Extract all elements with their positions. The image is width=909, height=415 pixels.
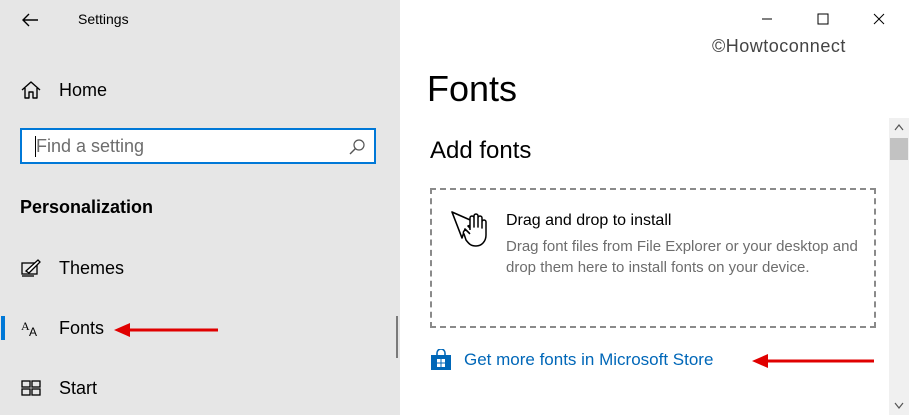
sidebar-item-start[interactable]: Start [0,368,396,408]
maximize-icon [817,13,829,25]
app-title: Settings [78,11,129,27]
drop-zone-description: Drag font files from File Explorer or yo… [506,238,858,276]
search-input[interactable] [36,130,336,162]
section-heading: Personalization [20,197,154,217]
scroll-down-icon[interactable] [893,401,905,411]
svg-text:A: A [29,325,37,339]
drag-hand-icon [451,211,487,247]
watermark: ©Howtoconnect [712,36,846,56]
sidebar-item-label: Fonts [59,317,105,338]
fonts-icon: A A [20,317,42,339]
sidebar-item-label: Themes [59,257,125,278]
microsoft-store-link[interactable]: Get more fonts in Microsoft Store [430,348,713,372]
scroll-thumb[interactable] [890,138,908,160]
add-fonts-heading: Add fonts [430,137,532,164]
minimize-icon [762,18,772,20]
sidebar-scrollbar[interactable] [396,316,398,358]
font-drop-zone[interactable]: Drag and drop to install Drag font files… [430,188,876,328]
annotation-arrow-icon [752,354,874,368]
annotation-arrow-icon [114,323,218,337]
sidebar-item-home[interactable]: Home [0,70,396,110]
back-arrow-icon [22,13,38,27]
sidebar-item-label: Start [59,377,98,398]
scroll-up-icon[interactable] [893,122,905,132]
sidebar-item-themes[interactable]: Themes [0,248,396,288]
drop-zone-title: Drag and drop to install [506,212,672,229]
settings-sidebar: Settings Home Personalization Themes [0,0,400,415]
store-link-label: Get more fonts in Microsoft Store [464,350,714,369]
close-button[interactable] [856,0,902,38]
minimize-button[interactable] [744,0,790,38]
maximize-button[interactable] [800,0,846,38]
sidebar-item-label: Home [59,79,108,100]
themes-icon [20,257,42,279]
start-icon [20,377,42,399]
search-box[interactable] [20,128,376,164]
page-title: Fonts [427,68,518,109]
store-icon [431,349,451,370]
home-icon [20,79,42,101]
content-scrollbar[interactable] [889,118,909,415]
back-button[interactable] [18,8,42,32]
close-icon [873,13,885,25]
search-icon[interactable] [348,138,366,156]
